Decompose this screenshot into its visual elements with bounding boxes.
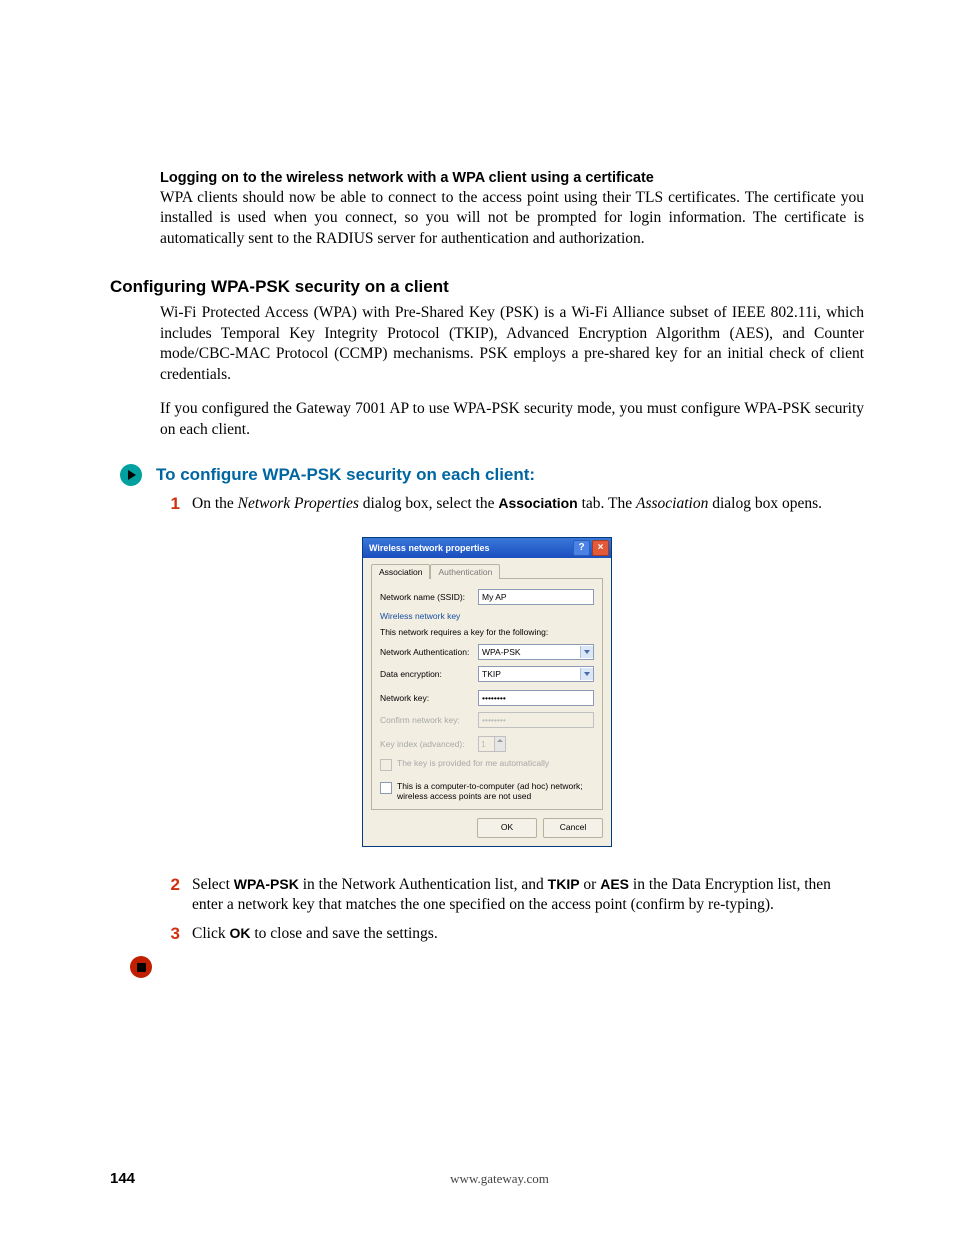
- network-key-label: Network key:: [380, 693, 478, 703]
- close-button[interactable]: ×: [592, 540, 609, 556]
- section-heading: Configuring WPA-PSK security on a client: [110, 277, 864, 297]
- step-row: 3 Click OK to close and save the setting…: [156, 924, 864, 944]
- dialog-title: Wireless network properties: [369, 543, 489, 553]
- page-footer: 144 www.gateway.com: [0, 1170, 954, 1187]
- subsection-heading: Logging on to the wireless network with …: [160, 170, 864, 186]
- titlebar: Wireless network properties ? ×: [363, 538, 611, 558]
- step-number: 1: [156, 494, 180, 514]
- ok-button[interactable]: OK: [477, 818, 537, 838]
- document-page: Logging on to the wireless network with …: [0, 0, 954, 1235]
- body-paragraph: Wi-Fi Protected Access (WPA) with Pre-Sh…: [160, 303, 864, 385]
- step-number: 3: [156, 924, 180, 944]
- footer-url: www.gateway.com: [135, 1171, 864, 1187]
- ssid-input[interactable]: My AP: [478, 589, 594, 605]
- chevron-down-icon: [580, 668, 593, 680]
- procedure-heading-row: To configure WPA-PSK security on each cl…: [120, 464, 864, 486]
- network-key-input[interactable]: ••••••••: [478, 690, 594, 706]
- play-icon: [120, 464, 142, 486]
- encryption-select[interactable]: TKIP: [478, 666, 594, 682]
- step-text: On the Network Properties dialog box, se…: [192, 494, 864, 514]
- chevron-down-icon: [580, 646, 593, 658]
- adhoc-checkbox[interactable]: [380, 782, 392, 794]
- procedure-heading: To configure WPA-PSK security on each cl…: [156, 465, 535, 485]
- step-text: Click OK to close and save the settings.: [192, 924, 864, 944]
- step-text: Select WPA-PSK in the Network Authentica…: [192, 875, 864, 916]
- step-number: 2: [156, 875, 180, 916]
- dialog-figure: Wireless network properties ? × Associat…: [110, 537, 864, 847]
- step-row: 1 On the Network Properties dialog box, …: [156, 494, 864, 514]
- key-index-spinner: 1: [478, 736, 506, 752]
- auto-key-label: The key is provided for me automatically: [397, 758, 594, 768]
- body-paragraph: If you configured the Gateway 7001 AP to…: [160, 399, 864, 440]
- stop-icon: [130, 956, 152, 978]
- step-row: 2 Select WPA-PSK in the Network Authenti…: [156, 875, 864, 916]
- confirm-key-input[interactable]: ••••••••: [478, 712, 594, 728]
- tab-panel: Network name (SSID): My AP Wireless netw…: [371, 578, 603, 810]
- confirm-key-label: Confirm network key:: [380, 715, 478, 725]
- auto-key-checkbox: [380, 759, 392, 771]
- tab-association[interactable]: Association: [371, 564, 430, 579]
- help-button[interactable]: ?: [573, 540, 590, 556]
- wireless-properties-dialog: Wireless network properties ? × Associat…: [362, 537, 612, 847]
- key-index-label: Key index (advanced):: [380, 739, 478, 749]
- tab-authentication[interactable]: Authentication: [430, 564, 500, 579]
- body-paragraph: WPA clients should now be able to connec…: [160, 188, 864, 249]
- group-hint: This network requires a key for the foll…: [380, 627, 594, 637]
- ssid-label: Network name (SSID):: [380, 592, 478, 602]
- encryption-label: Data encryption:: [380, 669, 478, 679]
- adhoc-label: This is a computer-to-computer (ad hoc) …: [397, 781, 594, 801]
- auth-label: Network Authentication:: [380, 647, 478, 657]
- group-label: Wireless network key: [380, 611, 594, 621]
- auth-select[interactable]: WPA-PSK: [478, 644, 594, 660]
- tab-strip: Association Authentication: [371, 564, 603, 579]
- cancel-button[interactable]: Cancel: [543, 818, 603, 838]
- page-number: 144: [110, 1170, 135, 1187]
